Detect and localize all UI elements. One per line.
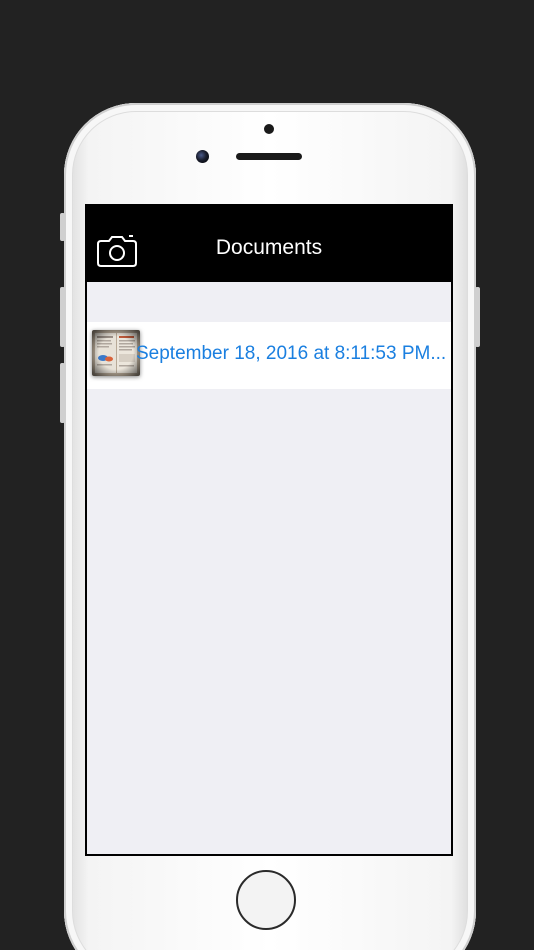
home-button[interactable] — [236, 870, 296, 930]
app-store-frame: Documents September 18, 2016 at 8:11:53 … — [0, 0, 534, 950]
document-thumbnail — [92, 330, 140, 376]
list-item[interactable]: September 18, 2016 at 8:11:53 PM... — [87, 322, 451, 389]
document-list: September 18, 2016 at 8:11:53 PM... — [87, 282, 451, 854]
document-title: September 18, 2016 at 8:11:53 PM... — [136, 343, 447, 364]
page-title: Documents — [215, 236, 323, 259]
navigation-bar: Documents — [87, 206, 451, 282]
sensor-dot — [264, 124, 274, 134]
earpiece-speaker — [236, 153, 302, 160]
phone-screen: Documents September 18, 2016 at 8:11:53 … — [85, 204, 453, 856]
front-camera — [196, 150, 209, 163]
